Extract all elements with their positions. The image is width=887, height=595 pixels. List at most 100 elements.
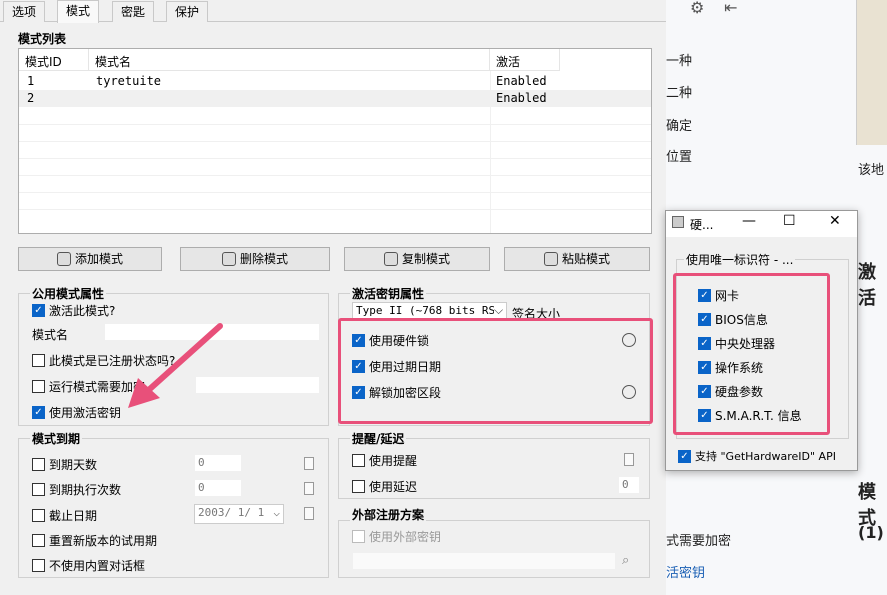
reset-trial-checkbox[interactable]: 重置新版本的试用期 <box>32 532 157 549</box>
expiry-execs-input[interactable]: 0 <box>194 479 242 497</box>
checkbox-icon <box>352 530 365 543</box>
main-window: 选项 模式 密匙 保护 模式列表 模式ID 模式名 激活 1 tyretuite… <box>0 0 666 595</box>
expiry-title: 模式到期 <box>30 430 83 447</box>
document-icon[interactable] <box>304 507 314 520</box>
paste-mode-label: 粘贴模式 <box>561 252 610 266</box>
use-external-label: 使用外部密钥 <box>369 530 442 544</box>
tab-options[interactable]: 选项 <box>3 1 46 22</box>
row-name: tyretuite <box>96 74 162 88</box>
row-line <box>19 209 651 210</box>
reminder-title: 提醒/延迟 <box>350 430 407 447</box>
highlight-box <box>673 273 830 435</box>
bg-line: 一种 <box>666 54 693 69</box>
column-header-active[interactable]: 激活 <box>490 49 560 71</box>
paste-icon <box>543 252 558 266</box>
checkbox-icon <box>32 354 45 367</box>
row-active: Enabled <box>496 91 547 105</box>
row-line <box>19 192 651 193</box>
delay-input[interactable]: 0 <box>618 476 640 494</box>
column-header-id[interactable]: 模式ID <box>19 49 89 71</box>
bg-line: 该地 <box>858 163 885 178</box>
minimize-icon[interactable]: — <box>742 213 756 229</box>
bg-line: 位置 <box>666 150 693 165</box>
bg-link[interactable]: 活密钥 <box>666 562 705 581</box>
no-dialog-label: 不使用内置对话框 <box>49 559 146 573</box>
checkbox-icon <box>32 458 45 471</box>
check-icon: ✓ <box>678 449 691 463</box>
activate-label: 激活此模式? <box>49 304 116 318</box>
delete-icon <box>221 252 236 266</box>
annotation-arrow <box>128 323 223 408</box>
deadline-date-picker[interactable]: 2003/ 1/ 1 ⌵ <box>194 504 284 524</box>
add-mode-button[interactable]: 添加模式 <box>18 247 162 271</box>
use-reminder-checkbox[interactable]: 使用提醒 <box>352 452 417 469</box>
chevron-down-icon[interactable]: ⌵ <box>494 303 504 318</box>
bg-line: 式需要加密 <box>666 534 732 549</box>
reset-trial-label: 重置新版本的试用期 <box>49 534 158 548</box>
tab-bar: 选项 模式 密匙 保护 <box>0 0 666 23</box>
key-props-title: 激活密钥属性 <box>350 285 427 302</box>
bg-heading: 激活 <box>858 262 876 309</box>
bg-heading: (1) <box>858 523 884 542</box>
row-line <box>19 158 651 159</box>
use-external-checkbox[interactable]: 使用外部密钥 <box>352 528 441 545</box>
mode-list-title: 模式列表 <box>18 32 67 46</box>
row-id: 1 <box>27 74 35 88</box>
document-icon[interactable] <box>304 482 314 495</box>
deadline-checkbox[interactable]: 截止日期 <box>32 507 97 524</box>
use-activation-key-label: 使用激活密钥 <box>49 406 122 420</box>
tab-protect[interactable]: 保护 <box>166 1 209 22</box>
paste-mode-button[interactable]: 粘贴模式 <box>504 247 650 271</box>
copy-mode-label: 复制模式 <box>401 252 450 266</box>
row-active: Enabled <box>496 74 547 88</box>
expiry-days-input[interactable]: 0 <box>194 454 242 472</box>
doc-image <box>856 0 887 145</box>
deadline-label: 截止日期 <box>49 509 98 523</box>
row-line <box>19 175 651 176</box>
tab-key[interactable]: 密匙 <box>112 1 155 22</box>
use-delay-label: 使用延迟 <box>369 480 418 494</box>
copy-icon <box>383 252 398 266</box>
column-header-name[interactable]: 模式名 <box>89 49 490 71</box>
bg-line: 二种 <box>666 86 693 101</box>
delete-mode-label: 删除模式 <box>239 252 288 266</box>
api-support-checkbox[interactable]: ✓ 支持 "GetHardwareID" API <box>678 448 836 464</box>
table-row[interactable]: 2 Enabled <box>19 90 651 107</box>
app-icon <box>672 216 684 228</box>
mode-name-label: 模式名 <box>32 328 69 342</box>
use-reminder-label: 使用提醒 <box>369 454 418 468</box>
expiry-days-checkbox[interactable]: 到期天数 <box>32 456 97 473</box>
mode-list[interactable]: 模式ID 模式名 激活 1 tyretuite Enabled 2 Enable… <box>18 48 652 234</box>
dialog-titlebar: 硬... — ☐ ✕ <box>666 211 857 237</box>
dialog-title: 硬... <box>690 218 714 232</box>
common-props-title: 公用模式属性 <box>30 285 107 302</box>
activate-mode-checkbox[interactable]: ✓ 激活此模式? <box>32 302 115 319</box>
tab-mode[interactable]: 模式 <box>57 0 100 23</box>
close-icon[interactable]: ✕ <box>829 213 841 229</box>
highlight-box <box>338 318 653 424</box>
table-row[interactable]: 1 tyretuite Enabled <box>19 73 651 90</box>
folder-icon[interactable]: ⌕ <box>622 553 629 568</box>
identifier-group-title: 使用唯一标识符 - ... <box>684 251 796 268</box>
row-name <box>90 90 102 107</box>
use-delay-checkbox[interactable]: 使用延迟 <box>352 478 417 495</box>
delete-mode-button[interactable]: 删除模式 <box>180 247 330 271</box>
back-icon[interactable]: ⇤ <box>724 0 737 17</box>
use-activation-key-checkbox[interactable]: ✓ 使用激活密钥 <box>32 404 121 421</box>
checkbox-icon <box>32 380 45 393</box>
checkbox-icon <box>32 559 45 572</box>
bg-line: 确定 <box>666 119 693 134</box>
no-dialog-checkbox[interactable]: 不使用内置对话框 <box>32 557 145 574</box>
external-key-input[interactable] <box>352 552 616 570</box>
settings-icon[interactable]: ⚙ <box>690 0 704 17</box>
expiry-execs-checkbox[interactable]: 到期执行次数 <box>32 481 121 498</box>
document-icon[interactable] <box>624 453 634 466</box>
document-icon[interactable] <box>304 457 314 470</box>
copy-mode-button[interactable]: 复制模式 <box>344 247 490 271</box>
expiry-days-label: 到期天数 <box>49 458 98 472</box>
checkbox-icon <box>32 509 45 522</box>
hardware-dialog: 硬... — ☐ ✕ 使用唯一标识符 - ... ✓ 网卡 ✓ BIOS信息 ✓ 中央… <box>665 210 858 471</box>
check-icon: ✓ <box>32 304 45 317</box>
maximize-icon[interactable]: ☐ <box>783 213 796 229</box>
checkbox-icon <box>352 480 365 493</box>
